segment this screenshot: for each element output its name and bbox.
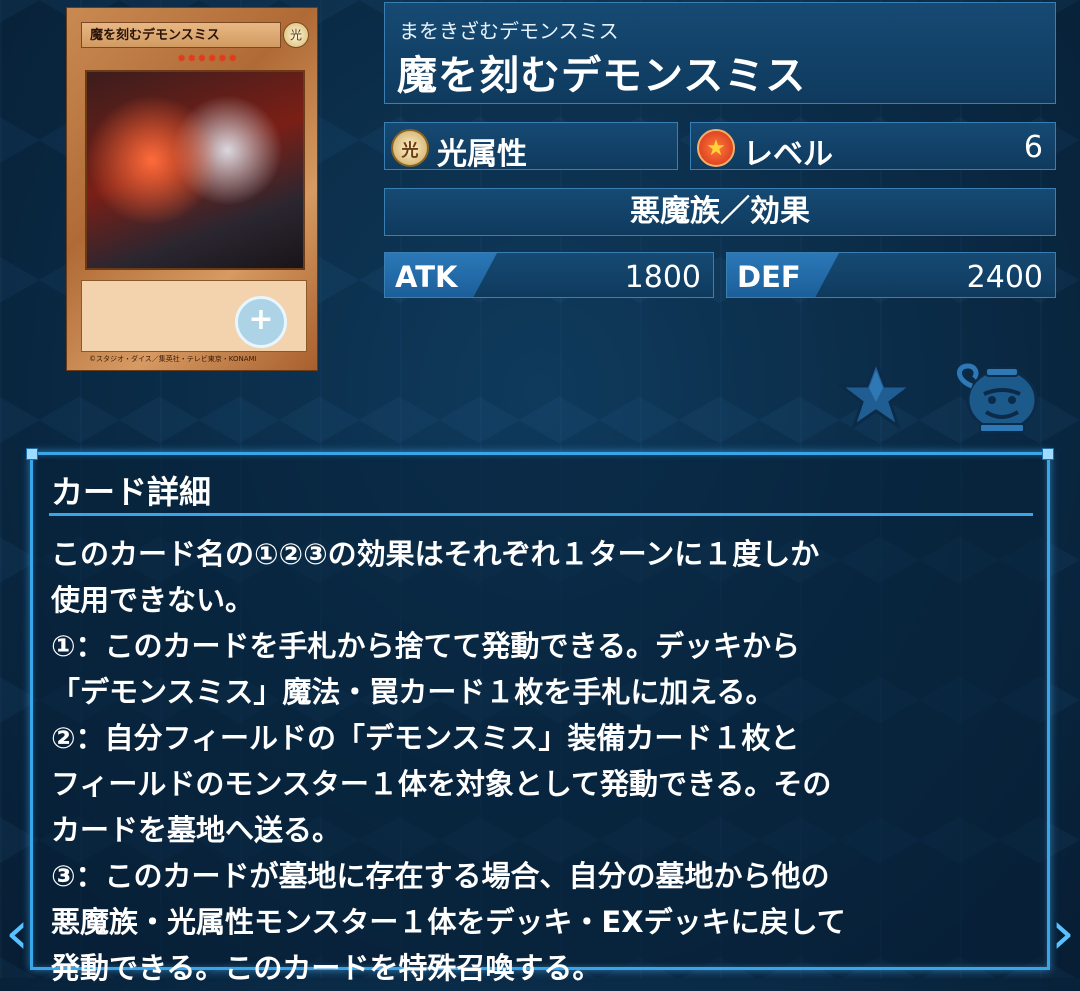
detail-divider	[49, 513, 1033, 516]
card-effect-text: このカード名の①②③の効果はそれぞれ１ターンに１度しか 使用できない。 ①：この…	[51, 531, 1041, 991]
card-name-panel: まをきざむデモンスミス 魔を刻むデモンスミス	[384, 2, 1056, 104]
def-value: 2400	[966, 260, 1043, 295]
attribute-panel: 光 光属性	[384, 122, 678, 172]
card-image-footer: ©スタジオ・ダイス／集英社・テレビ東京・KONAMI	[89, 355, 257, 363]
frame-corner	[1042, 448, 1054, 460]
card-artwork	[85, 70, 305, 270]
card-image[interactable]: 魔を刻むデモンスミス 光 ✹✹✹✹✹✹ + ©スタジオ・ダイス／集英社・テレビ東…	[66, 7, 318, 371]
detail-title: カード詳細	[51, 473, 212, 511]
effect-line: 悪魔族・光属性モンスター１体をデッキ・EXデッキに戻して	[51, 905, 846, 939]
monster-type: 悪魔族／効果	[630, 194, 810, 229]
card-image-name: 魔を刻むデモンスミス	[81, 22, 281, 48]
effect-line: ②：自分フィールドの「デモンスミス」装備カード１枚と	[51, 721, 800, 755]
effect-line: ③：このカードが墓地に存在する場合、自分の墓地から他の	[51, 859, 830, 893]
next-card-arrow-icon[interactable]: ›	[1046, 888, 1080, 978]
frame-corner	[26, 448, 38, 460]
pot-of-greed-icon[interactable]	[950, 356, 1042, 434]
card-detail-panel[interactable]: カード詳細 このカード名の①②③の効果はそれぞれ１ターンに１度しか 使用できない…	[26, 448, 1054, 985]
card-image-attribute: 光	[283, 22, 309, 48]
effect-line: 「デモンスミス」魔法・罠カード１枚を手札に加える。	[51, 675, 775, 709]
level-label: レベル	[743, 137, 833, 172]
card-name-ruby: まをきざむデモンスミス	[399, 19, 619, 43]
card-name: 魔を刻むデモンスミス	[397, 53, 807, 99]
card-image-level-stars: ✹✹✹✹✹✹	[177, 52, 239, 65]
previous-card-arrow-icon[interactable]: ‹	[0, 888, 34, 978]
effect-line: 使用できない。	[51, 583, 255, 617]
star-icon[interactable]	[838, 358, 914, 430]
zoom-icon[interactable]: +	[235, 296, 287, 348]
effect-line: このカード名の①②③の効果はそれぞれ１ターンに１度しか	[51, 537, 820, 571]
effect-line: ①：このカードを手札から捨てて発動できる。デッキから	[51, 629, 800, 663]
level-value: 6	[1023, 130, 1043, 165]
level-star-icon: ★	[697, 129, 735, 167]
atk-panel: ATK 1800	[384, 252, 714, 298]
level-panel: ★ レベル 6	[690, 122, 1056, 172]
effect-line: フィールドのモンスター１体を対象として発動できる。その	[51, 767, 832, 801]
effect-line: カードを墓地へ送る。	[51, 813, 342, 847]
type-panel: 悪魔族／効果	[384, 188, 1056, 236]
effect-line: 発動できる。このカードを特殊召喚する。	[51, 951, 602, 985]
attribute-label: 光属性	[437, 137, 527, 172]
def-label: DEF	[737, 260, 801, 294]
light-attribute-icon: 光	[391, 129, 429, 167]
atk-value: 1800	[624, 260, 701, 295]
def-panel: DEF 2400	[726, 252, 1056, 298]
atk-label: ATK	[395, 260, 458, 294]
